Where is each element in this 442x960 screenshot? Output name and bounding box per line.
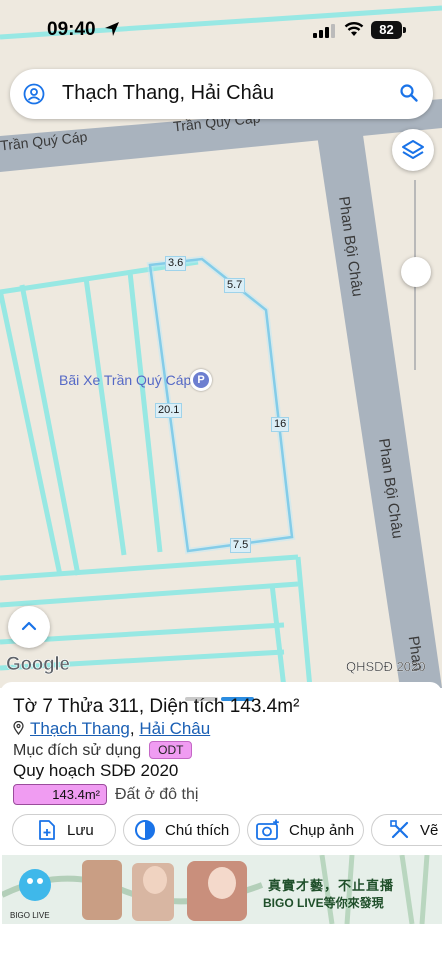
- parking-icon[interactable]: P: [190, 369, 212, 391]
- expand-sheet-button[interactable]: [8, 606, 50, 648]
- address-separator: ,: [129, 719, 135, 738]
- legend-button[interactable]: Chú thích: [123, 814, 240, 846]
- file-add-icon: [39, 820, 55, 840]
- plan-area-row: 143.4m² Đất ở đô thị: [13, 784, 198, 805]
- contrast-icon: [135, 820, 155, 840]
- save-button[interactable]: Lưu: [12, 814, 116, 846]
- parcel-edge-label: 7.5: [230, 538, 252, 553]
- district-link[interactable]: Hải Châu: [139, 719, 210, 738]
- battery-cap: [403, 27, 406, 33]
- account-icon[interactable]: [23, 83, 45, 105]
- plan-area-badge: 143.4m²: [13, 784, 107, 805]
- purpose-label: Mục đích sử dụng: [13, 742, 142, 759]
- location-arrow-icon: [105, 22, 119, 36]
- battery-indicator: 82: [371, 21, 402, 39]
- opacity-slider-knob[interactable]: [401, 257, 431, 287]
- camera-add-icon: [256, 819, 279, 840]
- ad-headline: 真實才藝，不止直播: [268, 878, 395, 893]
- plan-title: Quy hoạch SDĐ 2020: [13, 761, 179, 780]
- parcel-edge-label: 16: [271, 417, 290, 432]
- chevron-up-icon: [21, 621, 37, 631]
- ad-brand: BIGO LIVE: [10, 911, 50, 920]
- map-pin-icon: [13, 720, 24, 736]
- action-chips: Lưu Chú thích Chụp ảnh Vẽ: [12, 814, 442, 848]
- road-phan-boi-chau: [316, 128, 442, 688]
- layer-label: QHSDĐ 2020: [346, 659, 426, 674]
- status-bar: 09:40 82: [0, 0, 442, 58]
- ad-banner[interactable]: BIGO LIVE 真實才藝，不止直播 BIGO LIVE等你來發現: [2, 855, 442, 924]
- land-use-purpose: Mục đích sử dụng ODT: [13, 741, 193, 760]
- layers-icon: [402, 140, 424, 159]
- poi-label[interactable]: Bãi Xe Trần Quý Cáp: [59, 372, 191, 388]
- ad-subline: BIGO LIVE等你來發現: [263, 896, 384, 910]
- screenshot-button[interactable]: Chụp ảnh: [247, 814, 364, 846]
- purpose-code-badge: ODT: [149, 741, 193, 759]
- status-time: 09:40: [47, 19, 96, 40]
- draw-button[interactable]: Vẽ: [371, 814, 442, 846]
- search-bar[interactable]: Thạch Thang, Hải Châu: [10, 69, 433, 119]
- ward-link[interactable]: Thạch Thang: [30, 719, 130, 738]
- parcel-info-sheet[interactable]: Tờ 7 Thửa 311, Diện tích 143.4m² Thạch T…: [0, 682, 442, 960]
- search-input[interactable]: Thạch Thang, Hải Châu: [62, 82, 274, 105]
- plan-land-type: Đất ở đô thị: [115, 785, 199, 803]
- wifi-icon: [344, 22, 364, 36]
- parcel-title: Tờ 7 Thửa 311, Diện tích 143.4m²: [13, 696, 300, 717]
- parcel-address: Thạch Thang, Hải Châu: [13, 719, 210, 739]
- google-logo: Google: [6, 654, 71, 676]
- parcel-edge-label: 3.6: [165, 256, 187, 271]
- draw-tools-icon: [390, 820, 409, 839]
- cellular-signal-icon: [313, 24, 335, 38]
- layers-button[interactable]: [392, 129, 434, 171]
- parcel-edge-label: 20.1: [155, 403, 183, 418]
- parcel-edge-label: 5.7: [224, 278, 246, 293]
- search-icon[interactable]: [399, 83, 419, 103]
